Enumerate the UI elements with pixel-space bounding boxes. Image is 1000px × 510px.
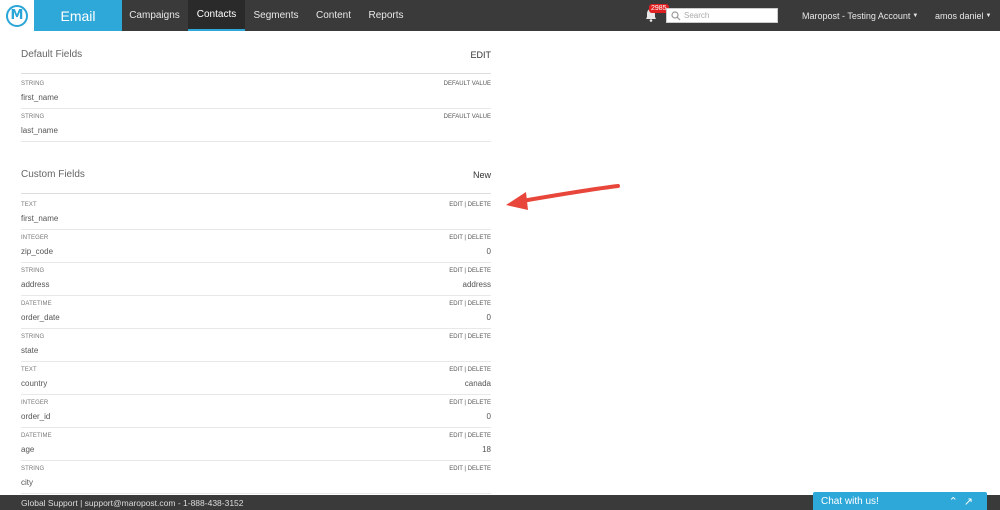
custom-field-row: STRING state EDIT | DELETE (21, 329, 491, 362)
account-dropdown[interactable]: Maropost - Testing Account ▼ (802, 0, 918, 31)
edit-delete-links[interactable]: EDIT | DELETE (449, 202, 491, 208)
field-name: address (21, 280, 50, 289)
new-custom-field-button[interactable]: New (473, 170, 491, 180)
edit-delete-links[interactable]: EDIT | DELETE (449, 367, 491, 373)
edit-delete-links[interactable]: EDIT | DELETE (449, 235, 491, 241)
chat-widget[interactable]: Chat with us! ⌃↗ (813, 492, 987, 510)
custom-field-row: STRING city EDIT | DELETE (21, 461, 491, 494)
edit-delete-links[interactable]: EDIT | DELETE (449, 433, 491, 439)
main-content: Default Fields EDIT STRING first_name DE… (0, 31, 1000, 495)
field-type: DATETIME (21, 433, 52, 439)
field-type: STRING (21, 81, 45, 87)
chat-expand-icon[interactable]: ⌃↗ (949, 495, 979, 508)
field-name: country (21, 379, 48, 388)
edit-delete-links[interactable]: EDIT | DELETE (449, 301, 491, 307)
field-type: INTEGER (21, 400, 49, 406)
custom-fields-header: Custom Fields New (21, 156, 491, 194)
field-value: canada (464, 379, 491, 388)
default-fields-title: Default Fields (21, 49, 83, 60)
annotation-arrow-icon (506, 184, 620, 210)
edit-delete-links[interactable]: EDIT | DELETE (449, 268, 491, 274)
custom-field-row: TEXT first_name EDIT | DELETE (21, 197, 491, 230)
field-type: STRING (21, 114, 45, 120)
app-title-email[interactable]: Email (34, 0, 122, 31)
default-field-row: STRING last_name DEFAULT VALUE (21, 109, 491, 142)
field-type: DATETIME (21, 301, 52, 307)
field-value: 0 (486, 412, 491, 421)
field-name: age (21, 445, 35, 454)
top-navbar: M Email Campaigns Contacts Segments Cont… (0, 0, 1000, 31)
field-type: STRING (21, 466, 45, 472)
search-box[interactable] (666, 8, 778, 23)
field-name: first_name (21, 93, 59, 102)
default-fields-edit-button[interactable]: EDIT (470, 50, 491, 60)
default-field-row: STRING first_name DEFAULT VALUE (21, 76, 491, 109)
caret-down-icon: ▼ (985, 12, 992, 19)
edit-delete-links[interactable]: EDIT | DELETE (449, 334, 491, 340)
nav-campaigns[interactable]: Campaigns (122, 0, 187, 31)
nav-segments[interactable]: Segments (246, 0, 306, 31)
edit-delete-links[interactable]: EDIT | DELETE (449, 466, 491, 472)
search-icon (671, 10, 681, 20)
custom-field-row: INTEGER zip_code EDIT | DELETE 0 (21, 230, 491, 263)
search-input[interactable] (684, 11, 774, 20)
logo-icon: M (6, 4, 28, 27)
user-label: amos daniel (935, 10, 984, 21)
field-value: 0 (486, 247, 491, 256)
caret-down-icon: ▼ (912, 12, 919, 19)
field-type: STRING (21, 334, 45, 340)
field-name: state (21, 346, 39, 355)
field-name: order_id (21, 412, 51, 421)
custom-field-row: TEXT country EDIT | DELETE canada (21, 362, 491, 395)
custom-field-row: DATETIME age EDIT | DELETE 18 (21, 428, 491, 461)
footer-support-text: Global Support | support@maropost.com - … (21, 497, 244, 508)
maropost-logo[interactable]: M (0, 0, 34, 31)
user-dropdown[interactable]: amos daniel ▼ (935, 0, 991, 31)
field-value: 0 (486, 313, 491, 322)
nav-content[interactable]: Content (306, 0, 361, 31)
custom-field-row: INTEGER order_id EDIT | DELETE 0 (21, 395, 491, 428)
default-fields-header: Default Fields EDIT (21, 36, 491, 74)
custom-fields-title: Custom Fields (21, 169, 85, 180)
field-type: INTEGER (21, 235, 49, 241)
edit-delete-links[interactable]: EDIT | DELETE (449, 400, 491, 406)
field-name: last_name (21, 126, 58, 135)
field-type: TEXT (21, 202, 37, 208)
default-value-label: DEFAULT VALUE (443, 81, 491, 87)
nav-contacts[interactable]: Contacts (188, 0, 245, 31)
chat-label: Chat with us! (821, 495, 879, 507)
field-value: 18 (482, 445, 491, 454)
field-name: zip_code (21, 247, 54, 256)
account-label: Maropost - Testing Account (802, 10, 911, 21)
custom-field-row: DATETIME order_date EDIT | DELETE 0 (21, 296, 491, 329)
field-name: first_name (21, 214, 59, 223)
default-value-label: DEFAULT VALUE (443, 114, 491, 120)
nav-reports[interactable]: Reports (361, 0, 411, 31)
field-type: TEXT (21, 367, 37, 373)
field-name: city (21, 478, 33, 487)
field-type: STRING (21, 268, 45, 274)
custom-field-row: STRING address EDIT | DELETE address (21, 263, 491, 296)
field-name: order_date (21, 313, 60, 322)
field-value: address (462, 280, 491, 289)
